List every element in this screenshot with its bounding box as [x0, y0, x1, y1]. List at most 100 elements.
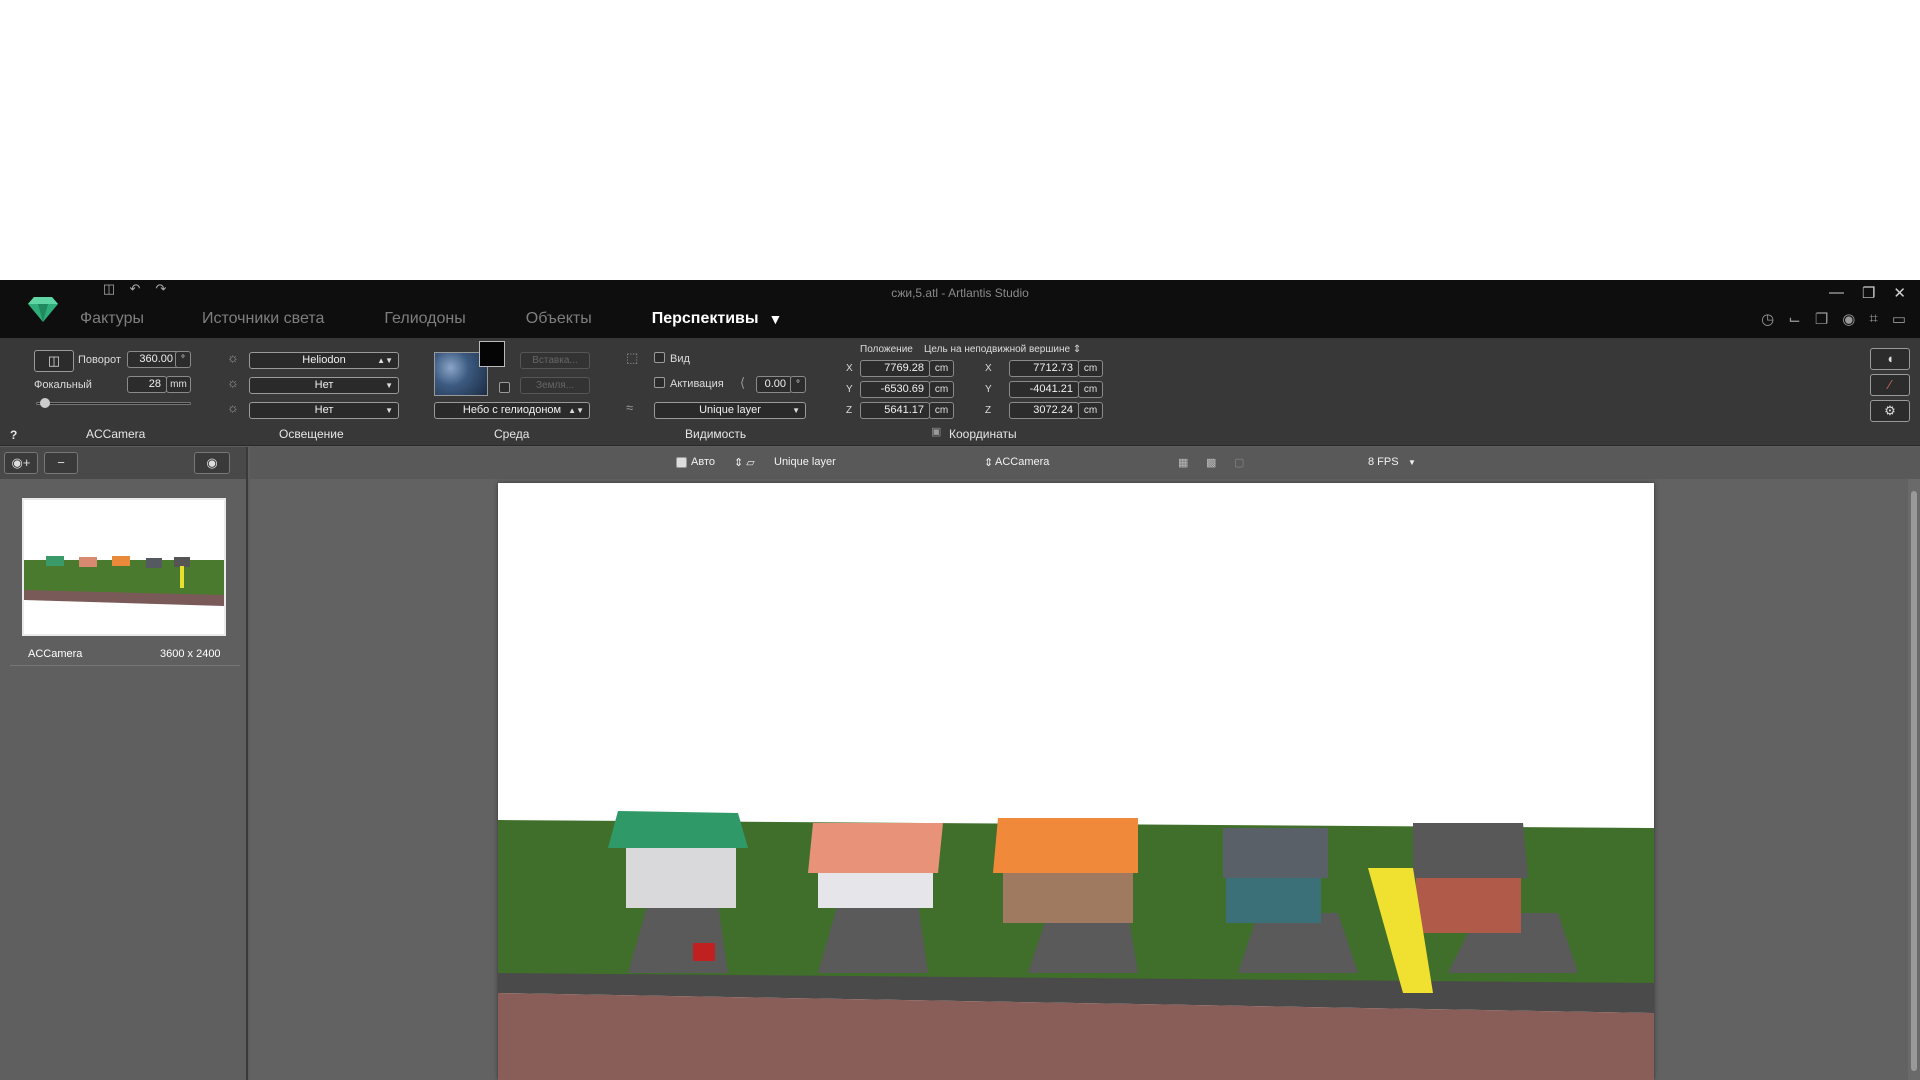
sky-select[interactable]: Небо с гелиодоном ▲▼ — [434, 402, 590, 419]
window-controls: — ❐ ✕ — [1829, 284, 1906, 302]
fps-dropdown-icon[interactable]: ▼ — [1408, 458, 1416, 467]
view-label: Вид — [670, 353, 690, 365]
tab-textures[interactable]: Фактуры — [80, 310, 144, 328]
restore-icon[interactable]: ❐ — [1862, 284, 1875, 302]
add-camera-icon[interactable]: ◉+ — [4, 452, 38, 474]
focal-unit: mm — [166, 376, 191, 393]
minimize-icon[interactable]: — — [1829, 284, 1844, 302]
target-z-axis: Z — [985, 405, 992, 416]
activation-checkbox[interactable] — [654, 377, 665, 388]
view-layer-select[interactable]: Unique layer — [774, 456, 836, 468]
target-y-input[interactable]: -4041.21 — [1009, 381, 1079, 398]
vertical-scrollbar[interactable] — [1908, 479, 1920, 1080]
list-toolbar: ◉+ − ◉ — [0, 447, 246, 479]
coordinates-section-label: Координаты — [949, 427, 1017, 441]
pos-y-axis: Y — [846, 384, 853, 395]
angle-unit: ° — [790, 376, 806, 393]
layer-select[interactable]: Unique layer ▼ — [654, 402, 806, 419]
crop-icon[interactable]: ⌗ — [1869, 310, 1877, 328]
perspective-inspector: ◫ Поворот 360.00 ° Фокальный 28 mm ? ACC… — [0, 338, 1920, 446]
thumbnail-size: 3600 x 2400 — [160, 648, 221, 660]
tab-menu-dropdown-icon[interactable]: ▼ — [769, 311, 783, 328]
pos-x-axis: X — [846, 363, 853, 374]
camera-select-arrow-icon[interactable]: ⇕ — [984, 456, 993, 469]
tab-lights[interactable]: Источники света — [202, 310, 324, 328]
render-image[interactable] — [498, 483, 1654, 1080]
view-camera-select[interactable]: ACCamera — [995, 456, 1049, 468]
target-x-axis: X — [985, 363, 992, 374]
visibility-section-label: Видимость — [685, 427, 747, 441]
layers-icon: ≈ — [626, 400, 634, 415]
windows-icon[interactable]: ❐ — [1815, 310, 1828, 328]
light-select-1[interactable]: Нет ▼ — [249, 377, 399, 394]
bulb-icon: ☼ — [227, 375, 239, 390]
tab-objects[interactable]: Объекты — [526, 310, 592, 328]
view-checkbox[interactable] — [654, 352, 665, 363]
focal-label: Фокальный — [34, 379, 92, 391]
thumbnail-name: ACCamera — [28, 648, 83, 660]
target-y-unit: cm — [1078, 381, 1103, 398]
ground-button[interactable]: Земля... — [520, 377, 590, 394]
focal-slider[interactable] — [36, 402, 191, 405]
position-y-input[interactable]: -6530.69 — [860, 381, 930, 398]
tab-perspectives[interactable]: Перспективы — [652, 310, 759, 328]
position-y-unit: cm — [929, 381, 954, 398]
insert-button[interactable]: Вставка... — [520, 352, 590, 369]
position-z-input[interactable]: 5641.17 — [860, 402, 930, 419]
render-preview-icon[interactable]: ◖ — [1870, 348, 1910, 370]
position-x-input[interactable]: 7769.28 — [860, 360, 930, 377]
light-icon: ☼ — [227, 400, 239, 415]
settings-gear-icon[interactable]: ⚙ — [1870, 400, 1910, 422]
lighting-section-label: Освещение — [279, 427, 344, 441]
window-title: сжи,5.atl - Artlantis Studio — [891, 286, 1029, 300]
eye-icon[interactable]: ◉ — [194, 452, 230, 474]
tab-heliodons[interactable]: Гелиодоны — [384, 310, 465, 328]
layer-toggle-icon[interactable]: ⇕ ▱ — [734, 456, 755, 469]
help-button[interactable]: ? — [10, 428, 17, 442]
camera-icon[interactable]: ◉ — [1842, 310, 1855, 328]
heliodon-select[interactable]: Heliodon ▲▼ — [249, 352, 399, 369]
artlantis-window: ◫ ↶ ↷ сжи,5.atl - Artlantis Studio Факту… — [0, 280, 1920, 1080]
rotation-input[interactable]: 360.00 — [127, 351, 179, 368]
scrollbar-thumb[interactable] — [1911, 491, 1917, 1071]
target-z-input[interactable]: 3072.24 — [1009, 402, 1079, 419]
timer-icon[interactable]: ◷ — [1761, 310, 1774, 328]
environment-section-label: Среда — [494, 427, 530, 441]
close-icon[interactable]: ✕ — [1893, 284, 1906, 302]
activation-label: Активация — [670, 378, 724, 390]
top-tools: ◷ ⌙ ❐ ◉ ⌗ ▭ — [1761, 310, 1906, 328]
focal-slider-handle[interactable] — [40, 398, 50, 408]
view-toolbar: Авто ⇕ ▱ Unique layer ⇕ ACCamera ▦ ▩ ▢ 8… — [250, 447, 1920, 479]
layout-icon[interactable]: ▦ — [1178, 456, 1188, 469]
lock-icon[interactable]: ▣ — [931, 425, 941, 438]
frame-icon: ⬚ — [626, 350, 639, 365]
fps-select[interactable]: 8 FPS — [1368, 456, 1399, 468]
render-viewport[interactable] — [250, 479, 1920, 1080]
remove-camera-icon[interactable]: − — [44, 452, 78, 474]
angle-input[interactable]: 0.00 — [756, 376, 792, 393]
axis-icon[interactable]: ⌙ — [1788, 310, 1801, 328]
color-icon[interactable]: ∕ — [1870, 374, 1910, 396]
target-mode-select[interactable]: Цель на неподвижной вершине ⇕ — [924, 344, 1081, 355]
target-z-unit: cm — [1078, 402, 1103, 419]
grid-icon[interactable]: ▩ — [1206, 456, 1216, 469]
frame-view-icon[interactable]: ▢ — [1234, 456, 1244, 469]
divider — [10, 665, 240, 666]
ground-checkbox[interactable] — [499, 382, 510, 393]
background-color-swatch[interactable] — [479, 341, 505, 367]
camera-orient-button[interactable]: ◫ — [34, 350, 74, 372]
thumbnail-image — [24, 556, 224, 606]
position-z-unit: cm — [929, 402, 954, 419]
scene-render — [498, 811, 1654, 1080]
position-label: Положение — [860, 344, 913, 355]
display-icon[interactable]: ▭ — [1892, 310, 1906, 328]
position-x-unit: cm — [929, 360, 954, 377]
target-y-axis: Y — [985, 384, 992, 395]
light-select-2[interactable]: Нет ▼ — [249, 402, 399, 419]
target-x-input[interactable]: 7712.73 — [1009, 360, 1079, 377]
rotation-label: Поворот — [78, 354, 121, 366]
rotation-unit: ° — [175, 351, 191, 368]
focal-input[interactable]: 28 — [127, 376, 167, 393]
auto-checkbox[interactable] — [676, 457, 687, 468]
camera-thumbnail[interactable] — [22, 498, 226, 636]
